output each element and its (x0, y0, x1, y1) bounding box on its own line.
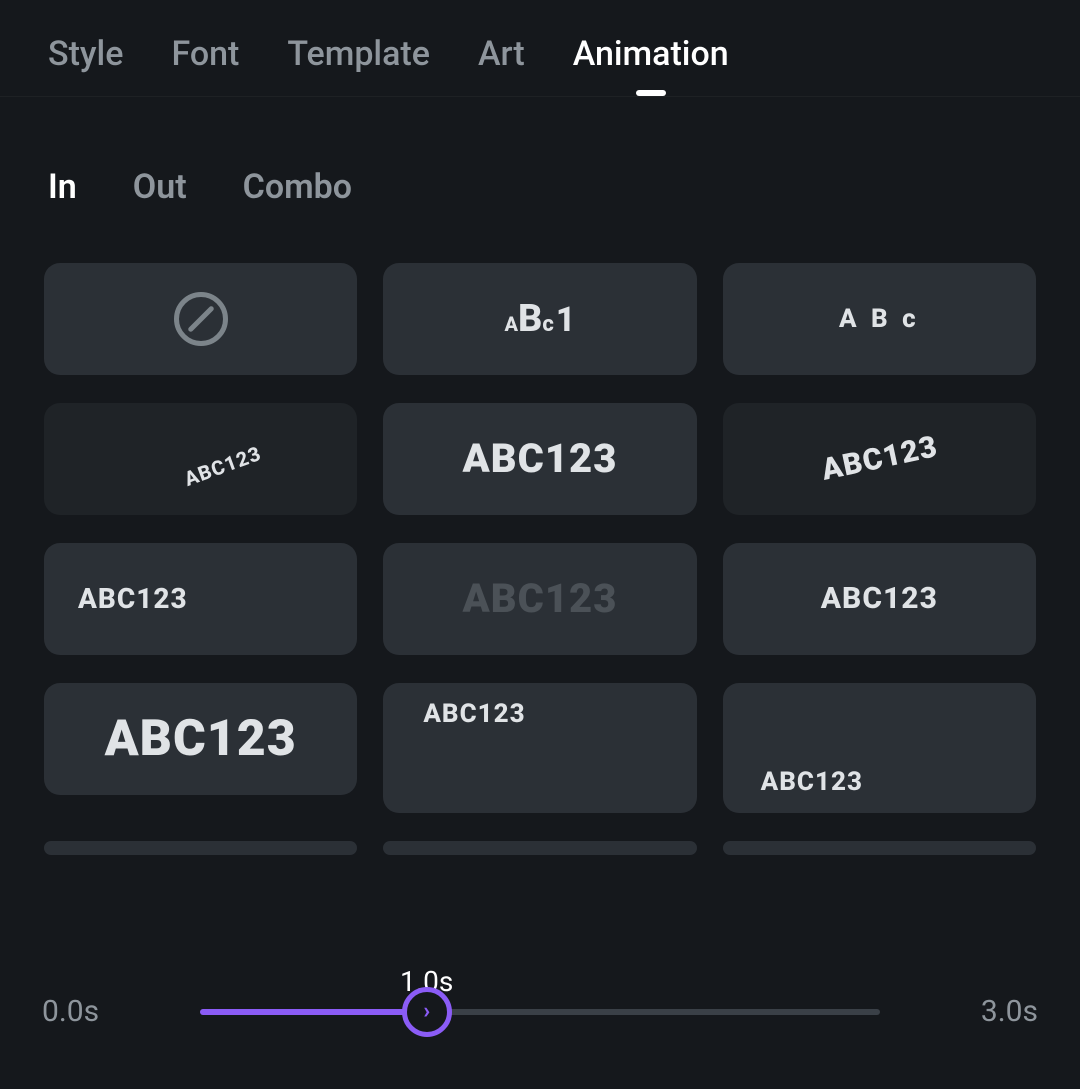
preset-preview: ABC123 (463, 439, 618, 479)
preset-item[interactable]: ABC123 (383, 543, 696, 655)
slider-fill (200, 1009, 427, 1015)
slider-min-label: 0.0s (42, 994, 118, 1029)
preset-preview: ABC123 (819, 432, 940, 486)
preset-item[interactable]: ABc1 (383, 263, 696, 375)
preset-preview: ABC123 (181, 443, 263, 489)
preset-preview: ABC123 (423, 701, 525, 727)
subtab-out[interactable]: Out (133, 167, 187, 207)
preset-preview: ABC123 (821, 584, 938, 614)
preset-item[interactable]: ABC123 (44, 403, 357, 515)
preset-item[interactable] (44, 841, 357, 855)
preset-preview: ABC123 (761, 769, 863, 795)
preset-preview: ABC123 (78, 585, 188, 613)
tab-style[interactable]: Style (48, 34, 123, 74)
preset-preview: ABC123 (463, 579, 618, 619)
preset-none[interactable] (44, 263, 357, 375)
animation-direction-tabs: In Out Combo (0, 97, 1080, 207)
tab-art[interactable]: Art (478, 34, 525, 74)
preset-item[interactable]: ABC123 (723, 683, 1036, 813)
subtab-in[interactable]: In (48, 167, 77, 207)
subtab-combo[interactable]: Combo (243, 167, 352, 207)
slider-track[interactable]: 1.0s › (200, 1009, 880, 1015)
duration-slider: 0.0s 1.0s › 3.0s (42, 994, 1038, 1029)
slider-thumb[interactable]: › (402, 987, 452, 1037)
animation-presets: ABc1 A B c ABC123 ABC123 ABC123 ABC123 A… (0, 207, 1080, 855)
preset-item[interactable]: ABC123 (383, 403, 696, 515)
preset-preview: ABc1 (504, 297, 575, 341)
tab-template[interactable]: Template (287, 34, 430, 74)
tab-animation[interactable]: Animation (573, 34, 729, 74)
preset-preview: ABC123 (105, 714, 297, 764)
top-tabs: Style Font Template Art Animation (0, 0, 1080, 97)
preset-item[interactable] (723, 841, 1036, 855)
preset-item[interactable]: ABC123 (383, 683, 696, 813)
preset-item[interactable]: ABC123 (723, 543, 1036, 655)
preset-item[interactable] (383, 841, 696, 855)
preset-item[interactable]: ABC123 (44, 683, 357, 795)
preset-item[interactable]: ABC123 (44, 543, 357, 655)
chevron-right-icon: › (423, 999, 430, 1024)
none-icon (174, 292, 228, 346)
slider-max-label: 3.0s (962, 994, 1038, 1029)
preset-item[interactable]: ABC123 (723, 403, 1036, 515)
preset-item[interactable]: A B c (723, 263, 1036, 375)
preset-preview: A B c (839, 306, 920, 332)
tab-font[interactable]: Font (171, 34, 239, 74)
